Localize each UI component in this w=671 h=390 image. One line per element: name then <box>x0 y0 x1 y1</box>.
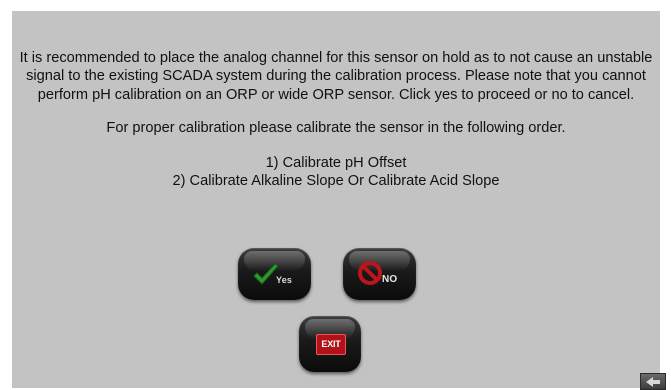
exit-button[interactable]: EXIT <box>299 316 361 372</box>
calibration-step-1: 1) Calibrate pH Offset <box>265 154 407 171</box>
yes-label: Yes <box>276 275 293 285</box>
no-label: NO <box>382 274 398 285</box>
hold-warning-text: It is recommended to place the analog ch… <box>19 50 653 103</box>
back-arrow-icon[interactable] <box>640 373 666 390</box>
dialog-message-area: It is recommended to place the analog ch… <box>12 49 660 190</box>
calibration-step-2: 2) Calibrate Alkaline Slope Or Calibrate… <box>172 173 500 190</box>
calibration-order-intro: For proper calibration please calibrate … <box>106 120 566 137</box>
no-entry-icon <box>358 261 382 285</box>
yes-button[interactable]: Yes <box>238 248 311 300</box>
no-button[interactable]: NO <box>343 248 416 300</box>
exit-sign-icon: EXIT <box>316 334 346 355</box>
arrow-glyph <box>646 377 660 387</box>
